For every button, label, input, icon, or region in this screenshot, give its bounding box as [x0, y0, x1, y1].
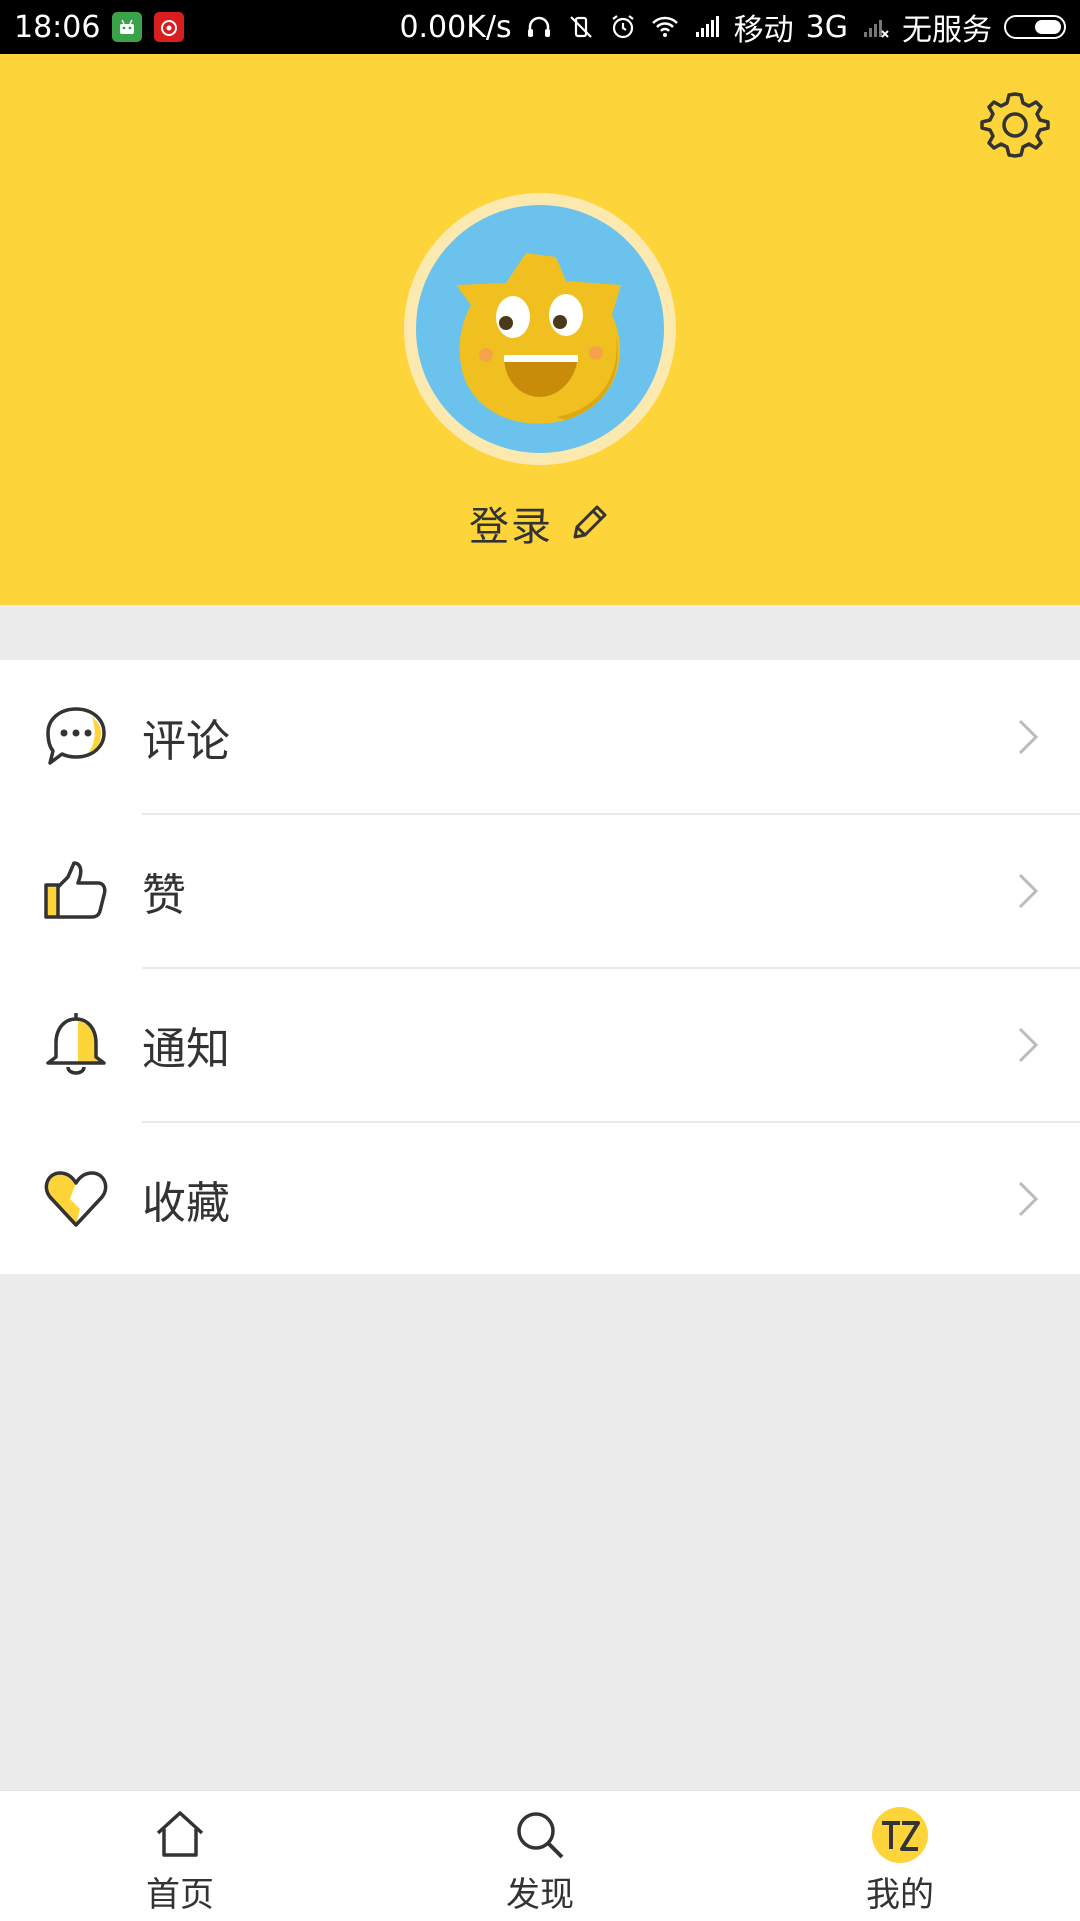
menu-item-favorites[interactable]: 收藏 — [0, 1122, 1080, 1276]
menu-label-comments: 评论 — [142, 716, 230, 767]
network-type: 3G — [805, 9, 848, 45]
battery-icon — [1004, 15, 1066, 39]
carrier-status: 无服务 — [902, 13, 992, 48]
login-link[interactable]: 登录 — [0, 494, 1080, 552]
net-speed: 0.00K/s — [399, 9, 512, 45]
tab-label-home: 首页 — [146, 1875, 214, 1915]
avatar[interactable] — [404, 193, 676, 465]
comment-icon — [46, 707, 106, 765]
tab-home[interactable]: 首页 — [80, 1791, 280, 1921]
menu-item-likes[interactable]: 赞 — [0, 814, 1080, 968]
menu-item-notifications[interactable]: 通知 — [0, 968, 1080, 1122]
headphones-icon — [527, 16, 550, 37]
edit-pencil-icon — [573, 505, 607, 539]
menu-item-comments[interactable]: 评论 — [0, 660, 1080, 814]
profile-header: 登录 — [0, 54, 1080, 605]
android-app-icon — [112, 12, 143, 42]
clock: 18:06 — [14, 9, 101, 45]
tab-label-mine: 我的 — [866, 1875, 934, 1915]
bottom-nav: 首页 发现 我的 — [0, 1790, 1080, 1921]
home-icon — [156, 1811, 204, 1857]
heart-icon — [44, 1171, 108, 1227]
netease-music-icon — [154, 12, 185, 42]
chevron-right-icon — [1018, 873, 1039, 909]
chevron-right-icon — [1018, 1181, 1039, 1217]
tab-label-discover: 发现 — [506, 1875, 574, 1915]
bell-icon — [46, 1013, 106, 1075]
thumbs-up-icon — [44, 861, 107, 919]
signal-icon — [695, 16, 719, 37]
alarm-icon — [611, 15, 634, 39]
settings-gear-icon[interactable] — [980, 90, 1050, 160]
tab-discover[interactable]: 发现 — [440, 1791, 640, 1921]
vibrate-off-icon — [569, 16, 592, 38]
login-label: 登录 — [469, 504, 553, 550]
wifi-icon — [651, 16, 678, 37]
tab-mine[interactable]: 我的 — [800, 1791, 1000, 1921]
menu-label-notifications: 通知 — [142, 1024, 230, 1075]
profile-logo-icon — [872, 1807, 928, 1863]
chevron-right-icon — [1018, 719, 1039, 755]
status-bar: 18:06 0.00K/s 移动 3G 无服务 — [0, 0, 1080, 54]
menu-list: 评论 赞 通知 收藏 — [0, 660, 1080, 1274]
mascot-avatar-icon — [456, 253, 621, 424]
menu-label-likes: 赞 — [142, 870, 186, 921]
menu-label-favorites: 收藏 — [142, 1178, 230, 1229]
no-signal-icon — [864, 20, 889, 38]
search-icon — [517, 1812, 564, 1859]
chevron-right-icon — [1018, 1027, 1039, 1063]
carrier-name: 移动 — [733, 13, 794, 48]
